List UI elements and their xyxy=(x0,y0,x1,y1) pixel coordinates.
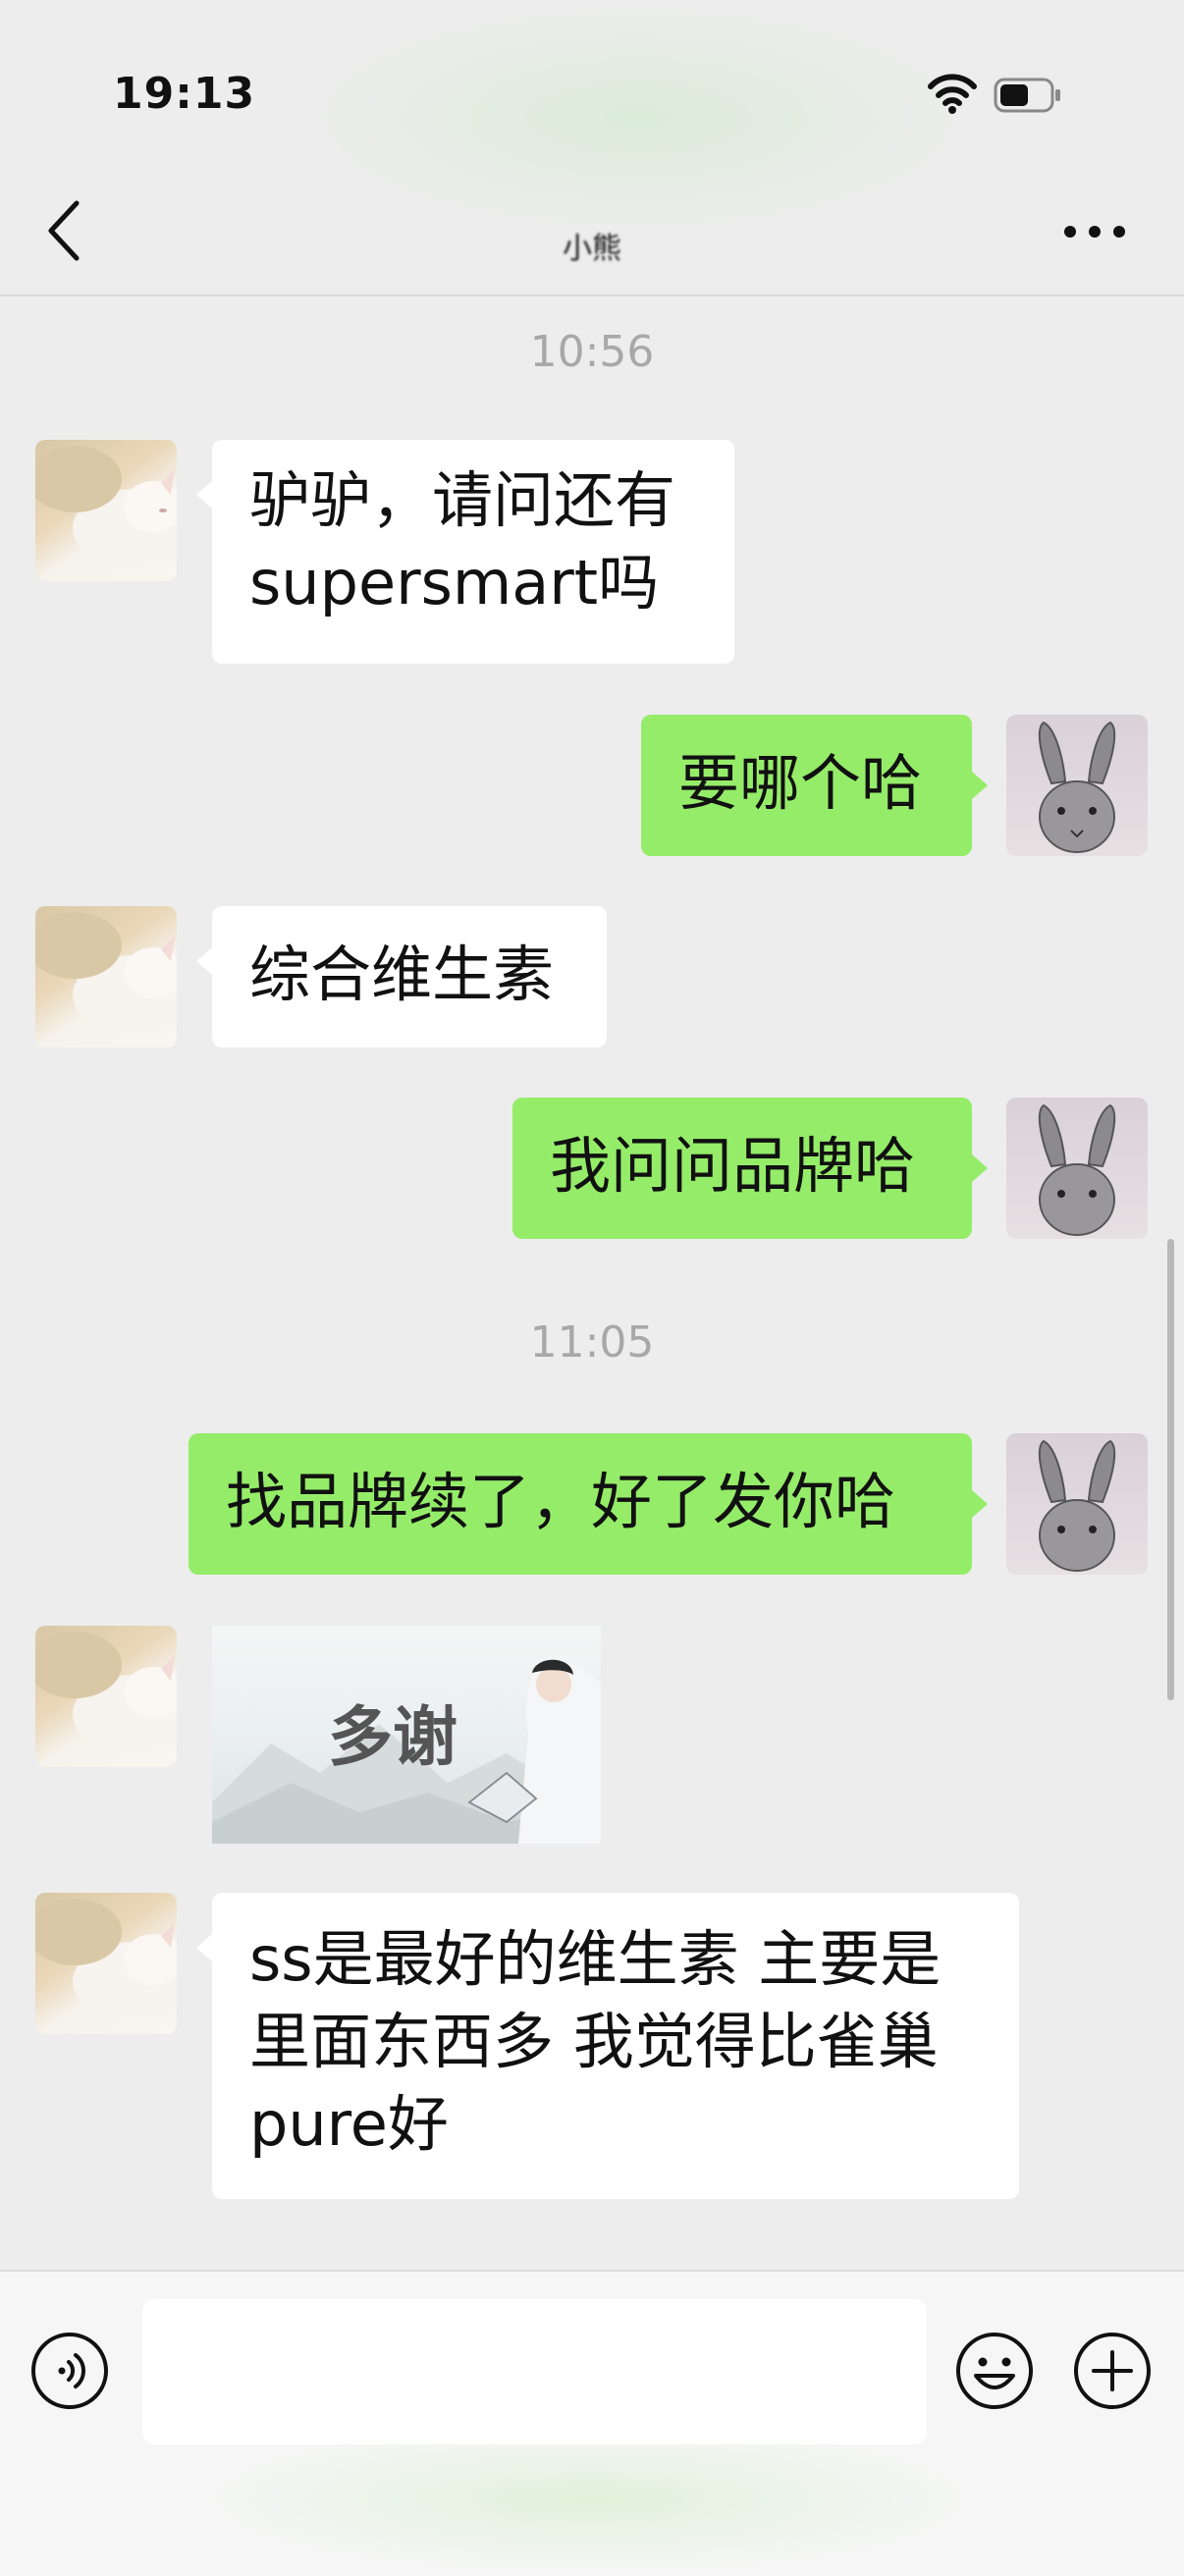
message-bubble[interactable]: 我问问品牌哈 xyxy=(512,1098,972,1239)
emoji-icon[interactable] xyxy=(954,2331,1035,2411)
contact-avatar[interactable] xyxy=(35,906,177,1047)
chat-title: 小熊 xyxy=(563,232,621,266)
rabbit-avatar-image xyxy=(1038,1103,1116,1236)
message-input[interactable] xyxy=(142,2299,927,2444)
bubble-tail xyxy=(196,947,212,975)
my-avatar[interactable] xyxy=(1006,715,1148,856)
sticker-text: 多谢 xyxy=(328,1699,457,1775)
message-bubble[interactable]: 驴驴，请问还有supersmart吗 xyxy=(212,440,734,664)
bubble-tail xyxy=(196,1934,212,1961)
bubble-tail xyxy=(196,481,212,509)
cat-avatar-image xyxy=(35,912,177,1034)
contact-avatar[interactable] xyxy=(35,1626,177,1767)
wifi-icon xyxy=(928,74,977,114)
contact-avatar[interactable] xyxy=(35,1893,177,2034)
status-time: 19:13 xyxy=(113,69,256,119)
rabbit-avatar-image xyxy=(1038,721,1116,853)
bubble-tail xyxy=(972,772,988,799)
battery-icon xyxy=(994,78,1060,113)
message-bubble[interactable]: ss是最好的维生素 主要是里面东西多 我觉得比雀巢pure好 xyxy=(212,1893,1019,2199)
plus-icon[interactable] xyxy=(1072,2331,1153,2411)
timestamp: 10:56 xyxy=(529,327,655,377)
voice-icon[interactable] xyxy=(29,2331,110,2411)
cat-avatar-image xyxy=(35,446,177,567)
cat-avatar-image xyxy=(35,1632,177,1753)
message-bubble[interactable]: 要哪个哈 xyxy=(641,715,972,856)
my-avatar[interactable] xyxy=(1006,1098,1148,1239)
sticker-message[interactable]: 多谢 xyxy=(212,1626,601,1844)
more-dots-icon[interactable] xyxy=(1060,212,1129,251)
bubble-tail xyxy=(972,1154,988,1182)
timestamp: 11:05 xyxy=(529,1317,655,1368)
message-bubble[interactable]: 找品牌续了，好了发你哈 xyxy=(188,1433,972,1575)
my-avatar[interactable] xyxy=(1006,1433,1148,1575)
rabbit-avatar-image xyxy=(1038,1439,1116,1572)
scrollbar[interactable] xyxy=(1167,1239,1174,1700)
top-bar-blur xyxy=(295,0,982,236)
message-bubble[interactable]: 综合维生素 xyxy=(212,906,607,1047)
chevron-left-icon[interactable] xyxy=(39,191,90,270)
cat-avatar-image xyxy=(35,1899,177,2020)
input-bar-blur xyxy=(196,2425,982,2574)
bubble-tail xyxy=(972,1490,988,1518)
contact-avatar[interactable] xyxy=(35,440,177,581)
